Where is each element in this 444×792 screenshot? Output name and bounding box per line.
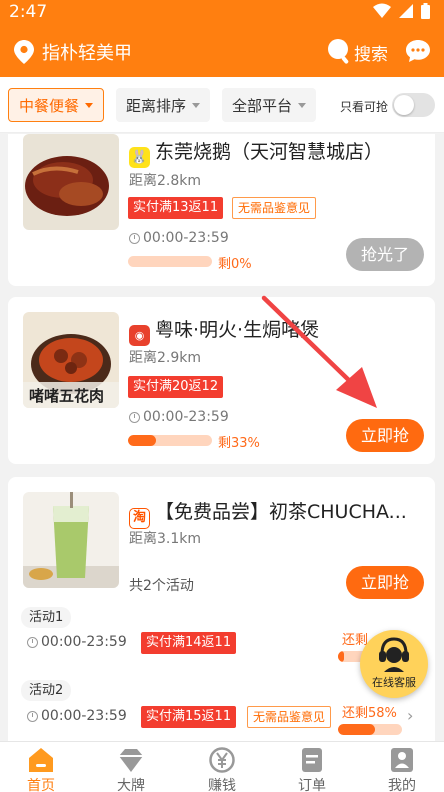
diamond-icon bbox=[119, 749, 143, 772]
sold-out-button[interactable]: 抢光了 bbox=[346, 238, 424, 271]
stock-remaining: 剩33% bbox=[218, 436, 260, 451]
only-available-label: 只看可抢 bbox=[340, 100, 389, 114]
tab-brands-label: 大牌 bbox=[117, 778, 145, 792]
online-service-button[interactable]: 在线客服 bbox=[360, 630, 428, 698]
shop-distance: 距离2.8km bbox=[129, 173, 202, 189]
shop-name-text: 【免费品尝】初茶CHUCHA... bbox=[155, 501, 407, 523]
shop-distance: 距离3.1km bbox=[129, 531, 202, 547]
activity-hours: 00:00-23:59 bbox=[27, 634, 127, 650]
location-pin-icon[interactable] bbox=[14, 40, 34, 64]
status-time: 2:47 bbox=[9, 2, 48, 22]
stock-progress-bar bbox=[128, 435, 212, 446]
search-icon[interactable] bbox=[326, 37, 352, 65]
sort-filter[interactable]: 距离排序 bbox=[116, 88, 211, 122]
toggle-knob bbox=[394, 95, 414, 115]
shop-hours-text: 00:00-23:59 bbox=[143, 409, 229, 425]
clock-icon bbox=[27, 636, 38, 648]
platform-filter-label: 全部平台 bbox=[232, 96, 293, 115]
shop-image-clay-pot: 啫啫五花肉 bbox=[23, 312, 119, 408]
signal-icon bbox=[399, 4, 413, 18]
shop-distance: 距离2.9km bbox=[129, 350, 202, 366]
bottom-tab-bar: 首页 大牌 赚钱 订单 我的 bbox=[0, 741, 444, 792]
grab-now-button[interactable]: 立即抢 bbox=[346, 566, 424, 599]
stock-remaining: 剩0% bbox=[218, 257, 252, 272]
shop-hours: 00:00-23:59 bbox=[129, 409, 229, 425]
status-icons bbox=[373, 3, 430, 19]
clock-icon bbox=[129, 411, 140, 423]
search-button[interactable]: 搜索 bbox=[354, 40, 388, 65]
meituan-platform-icon: 🐰 bbox=[129, 147, 150, 168]
shop-name: ◉ 粤味·明火·生焗啫煲 bbox=[129, 315, 429, 346]
headset-icon bbox=[379, 637, 409, 672]
tab-earn-label: 赚钱 bbox=[208, 778, 236, 792]
tab-orders[interactable]: 订单 bbox=[268, 742, 356, 792]
activity-progress-fill bbox=[338, 724, 376, 735]
promo-badge: 实付满15返11 bbox=[141, 706, 237, 728]
stock-progress-fill bbox=[128, 435, 156, 446]
clock-icon bbox=[27, 710, 38, 722]
shop-card[interactable]: 啫啫五花肉 ◉ 粤味·明火·生焗啫煲 距离2.9km 实付满20返12 00:00… bbox=[8, 297, 435, 464]
tab-earn[interactable]: 赚钱 bbox=[178, 742, 266, 792]
shop-name-text: 东莞烧鹅（天河智慧城店） bbox=[155, 141, 384, 163]
message-icon[interactable] bbox=[405, 39, 431, 63]
no-review-badge: 无需品鉴意见 bbox=[232, 197, 317, 219]
profile-icon bbox=[391, 748, 413, 772]
activity-tag: 活动2 bbox=[21, 680, 72, 701]
tab-home-label: 首页 bbox=[27, 778, 55, 792]
promo-badge: 实付满20返12 bbox=[128, 376, 224, 398]
svg-text:啫啫五花肉: 啫啫五花肉 bbox=[29, 387, 104, 405]
only-available-toggle[interactable] bbox=[392, 93, 435, 117]
status-bar: 2:47 bbox=[0, 0, 444, 26]
activity-progress-fill bbox=[338, 651, 345, 662]
filter-bar: 中餐便餐 距离排序 全部平台 只看可抢 bbox=[0, 77, 444, 133]
app-header: 指朴轻美甲 搜索 bbox=[0, 26, 444, 77]
clock-icon bbox=[129, 232, 140, 244]
yen-coin-icon bbox=[209, 747, 235, 773]
shop-name-text: 粤味·明火·生焗啫煲 bbox=[155, 319, 320, 341]
activity-hours-text: 00:00-23:59 bbox=[41, 634, 127, 650]
shop-name: 🐰 东莞烧鹅（天河智慧城店） bbox=[129, 137, 429, 168]
tab-mine-label: 我的 bbox=[388, 778, 416, 792]
platform-filter[interactable]: 全部平台 bbox=[222, 88, 317, 122]
activity-hours-text: 00:00-23:59 bbox=[41, 708, 127, 724]
tab-mine[interactable]: 我的 bbox=[358, 742, 444, 792]
grab-now-button[interactable]: 立即抢 bbox=[346, 419, 424, 452]
shop-hours: 00:00-23:59 bbox=[129, 230, 229, 246]
stock-progress-bar bbox=[128, 256, 212, 267]
activity-tag: 活动1 bbox=[21, 607, 72, 628]
location-label[interactable]: 指朴轻美甲 bbox=[42, 39, 132, 65]
wifi-icon bbox=[373, 3, 391, 18]
battery-icon bbox=[421, 3, 430, 19]
online-service-label: 在线客服 bbox=[372, 676, 416, 689]
shop-card[interactable]: 🐰 东莞烧鹅（天河智慧城店） 距离2.8km 实付满13返11 无需品鉴意见 00… bbox=[8, 134, 435, 286]
promo-badge: 实付满14返11 bbox=[141, 632, 237, 654]
platform-logo-icon: ◉ bbox=[129, 325, 150, 346]
cuisine-filter-label: 中餐便餐 bbox=[19, 96, 80, 115]
sort-filter-label: 距离排序 bbox=[126, 96, 187, 115]
chevron-right-icon[interactable]: › bbox=[407, 706, 413, 725]
shop-image-milk-tea bbox=[23, 492, 119, 588]
tab-brands[interactable]: 大牌 bbox=[87, 742, 175, 792]
activity-hours: 00:00-23:59 bbox=[27, 708, 127, 724]
caret-down-icon bbox=[192, 102, 201, 108]
promo-badge: 实付满13返11 bbox=[128, 197, 224, 219]
caret-down-icon bbox=[298, 102, 307, 108]
no-review-badge: 无需品鉴意见 bbox=[247, 706, 332, 728]
shop-image-roast-goose bbox=[23, 134, 119, 230]
platform-badge: 淘 bbox=[129, 508, 150, 529]
cuisine-filter[interactable]: 中餐便餐 bbox=[8, 88, 105, 122]
shop-name: 淘【免费品尝】初茶CHUCHA... bbox=[129, 497, 429, 529]
tab-orders-label: 订单 bbox=[298, 778, 326, 792]
activity-count: 共2个活动 bbox=[129, 578, 194, 594]
activity-progress-bar bbox=[338, 724, 402, 735]
tab-home[interactable]: 首页 bbox=[0, 742, 85, 792]
order-list-icon bbox=[302, 748, 322, 772]
activity-remaining: 还剩58% bbox=[342, 706, 397, 721]
shop-hours-text: 00:00-23:59 bbox=[143, 230, 229, 246]
home-icon bbox=[29, 748, 53, 772]
caret-down-icon bbox=[85, 102, 94, 108]
shop-card[interactable]: 淘【免费品尝】初茶CHUCHA... 距离3.1km 立即抢 共2个活动 活动1… bbox=[8, 477, 435, 741]
